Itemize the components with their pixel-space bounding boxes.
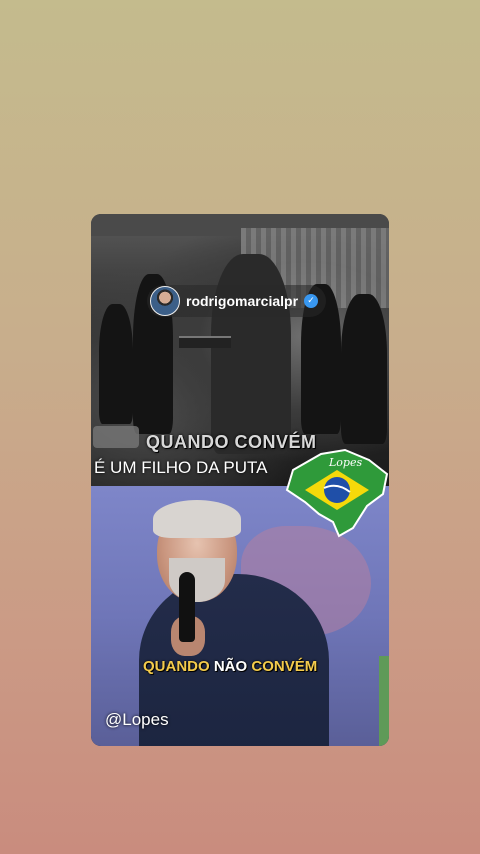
background-edge [379,656,389,746]
speaker-hair [153,500,241,538]
audience-figure [99,304,133,424]
story-author[interactable]: rodrigomarcialpr ✓ [147,285,327,317]
caption-word: NÃO [213,658,248,675]
profile-avatar[interactable] [150,286,180,316]
badge-label: Lopes [328,456,362,469]
verified-badge-icon: ✓ [304,294,319,308]
microphone [179,572,195,642]
caption-word: QUANDO [143,658,210,675]
username[interactable]: rodrigomarcialpr [186,293,298,309]
chair [93,426,139,448]
brazil-map-flag-icon: Lopes [285,448,389,538]
caption-word: CONVÉM [251,658,318,675]
audience-figure [341,294,387,444]
speaker-beard [169,558,225,602]
speaker-figure [211,254,291,454]
story-card[interactable]: rodrigomarcialpr ✓ QUANDO CONVÉM É UM FI… [91,214,389,746]
watermark: @Lopes [105,710,169,729]
podium [179,336,231,348]
caption-middle: É UM FILHO DA PUTA [94,458,268,477]
caption-bottom: QUANDO NÃO CONVÉM [143,658,317,675]
